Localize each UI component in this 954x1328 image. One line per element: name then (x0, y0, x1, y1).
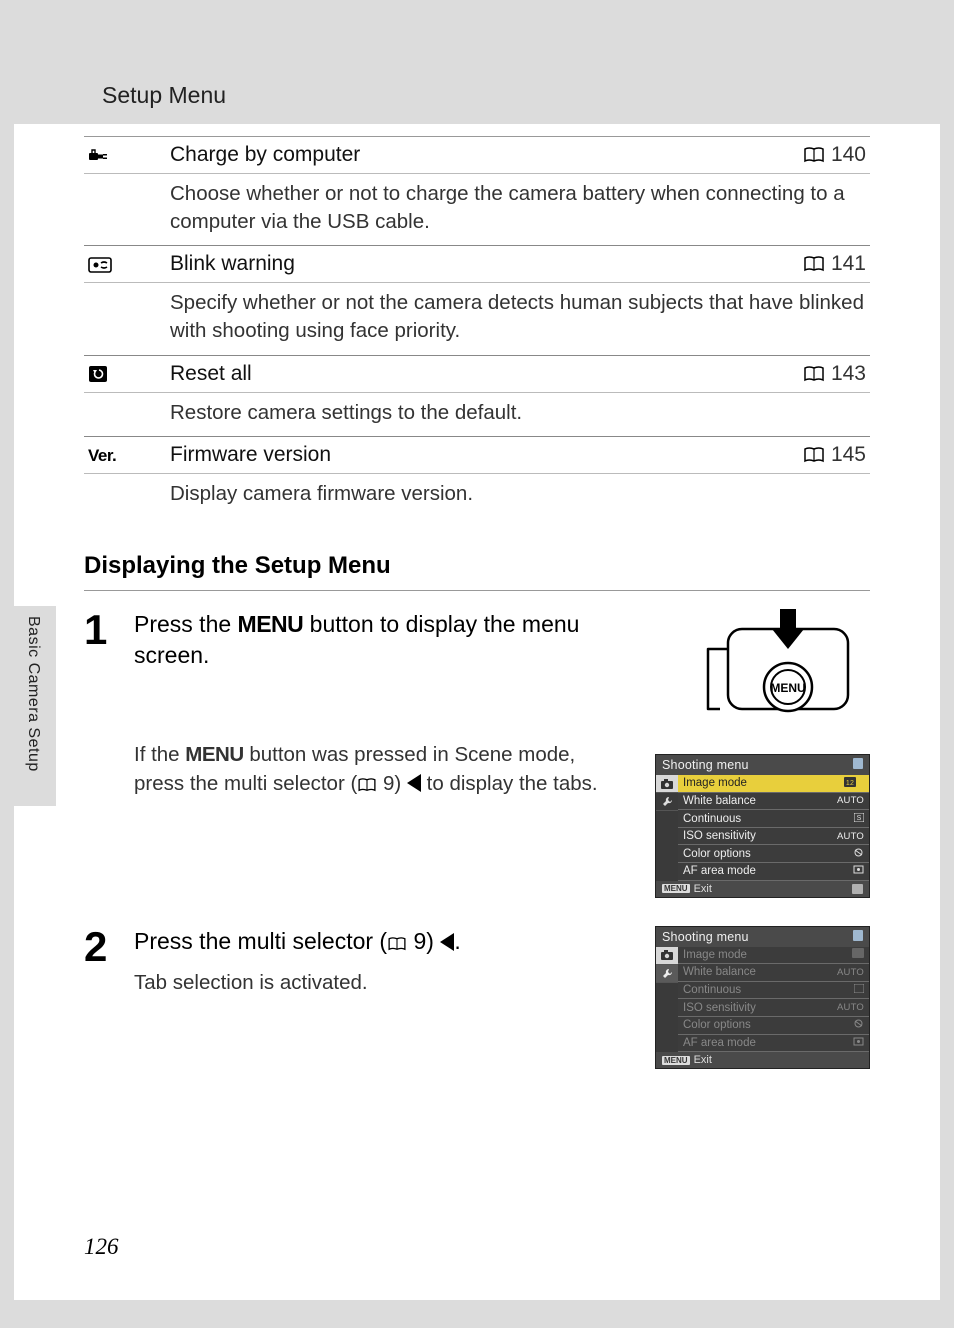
book-icon (803, 447, 825, 463)
lcd-tabs (656, 947, 678, 1053)
lcd-screenshot-1: Shooting menu (655, 754, 870, 898)
page-ref: 145 (803, 443, 870, 467)
book-icon (387, 937, 407, 951)
camera-tab-icon (656, 947, 678, 965)
menu-label: Firmware version (170, 443, 803, 467)
lcd-title-icon (853, 930, 863, 941)
menu-desc: Restore camera settings to the default. (84, 393, 870, 438)
menu-button-label: MENU (770, 681, 805, 695)
side-section-label: Basic Camera Setup (24, 616, 42, 772)
menu-desc: Display camera firmware version. (84, 474, 870, 518)
divider (84, 590, 870, 591)
step-text: Press the MENU button to display the men… (134, 609, 624, 798)
page-ref: 143 (803, 362, 870, 386)
step-number: 2 (84, 926, 128, 968)
menu-desc: Choose whether or not to charge the came… (84, 174, 870, 246)
lcd-item: White balanceAUTO (678, 964, 869, 982)
lcd-screenshot-2: Shooting menu (655, 926, 870, 1070)
left-arrow-icon (407, 774, 421, 792)
wrench-tab-icon (656, 965, 678, 983)
menu-row-charge: Charge by computer 140 (84, 137, 870, 174)
step-number: 1 (84, 609, 128, 651)
page-ref: 140 (803, 143, 870, 167)
lcd-title: Shooting menu (662, 758, 749, 772)
book-icon (803, 147, 825, 163)
lcd-tabs (656, 775, 678, 881)
lcd-item: AF area mode (678, 1035, 869, 1053)
setup-menu-table: Charge by computer 140 Choose whether or… (84, 136, 870, 518)
section-heading: Displaying the Setup Menu (84, 552, 870, 580)
svg-text:12: 12 (846, 780, 854, 787)
menu-row-reset: Reset all 143 (84, 356, 870, 393)
svg-text:S: S (857, 815, 862, 822)
menu-row-blink: Blink warning 141 (84, 246, 870, 283)
left-arrow-icon (440, 933, 454, 951)
step-2: 2 Press the multi selector ( 9) . Tab se… (84, 926, 870, 1070)
lcd-foot: MENU Exit (656, 881, 869, 897)
step-subtext: If the MENU button was pressed in Scene … (134, 741, 616, 798)
lcd-item: Image mode 12 ▸ (678, 775, 869, 793)
empty-tab (656, 811, 678, 881)
page-ref-number: 140 (831, 143, 866, 167)
page-ref-number: 141 (831, 252, 866, 276)
menu-label: Blink warning (170, 252, 803, 276)
menu-label: Charge by computer (170, 143, 803, 167)
menu-glyph: MENU (185, 743, 243, 766)
plug-icon (84, 145, 170, 166)
camera-tab-icon (656, 775, 678, 793)
book-icon (357, 778, 377, 792)
lcd-list: Image mode 12 ▸ White balanceAUTO Contin… (678, 775, 869, 881)
empty-tab (656, 983, 678, 1053)
lcd-item: White balanceAUTO (678, 793, 869, 811)
page-ref-number: 145 (831, 443, 866, 467)
lcd-foot: MENU Exit (656, 1052, 869, 1068)
lcd-item: Image mode (678, 947, 869, 965)
ver-icon: Ver. (84, 445, 170, 466)
reset-icon (84, 363, 170, 384)
menu-glyph: MENU (238, 611, 304, 637)
lcd-item: AF area mode (678, 863, 869, 881)
step-text: Press the multi selector ( 9) . Tab sele… (134, 926, 624, 997)
wrench-tab-icon (656, 793, 678, 811)
lcd-list: Image mode White balanceAUTO Continuous … (678, 947, 869, 1053)
menu-badge-icon: MENU (662, 884, 690, 893)
page-ref: 141 (803, 252, 870, 276)
step-subtext: Tab selection is activated. (134, 969, 616, 997)
book-icon (803, 256, 825, 272)
page-ref-number: 143 (831, 362, 866, 386)
book-icon (803, 366, 825, 382)
camera-diagram: MENU (700, 609, 870, 724)
lcd-title-icon (853, 758, 863, 769)
lcd-item: ContinuousS (678, 810, 869, 828)
blink-icon (84, 254, 170, 275)
menu-desc: Specify whether or not the camera detect… (84, 283, 870, 355)
lcd-item: Color options (678, 1017, 869, 1035)
menu-badge-icon: MENU (662, 1056, 690, 1065)
page-number: 126 (84, 1234, 119, 1260)
menu-label: Reset all (170, 362, 803, 386)
lcd-item: ISO sensitivityAUTO (678, 828, 869, 846)
lcd-title: Shooting menu (662, 930, 749, 944)
help-icon (852, 884, 863, 894)
step-1: 1 Press the MENU button to display the m… (84, 609, 870, 898)
lcd-item: Color options (678, 845, 869, 863)
menu-row-firmware: Ver. Firmware version 145 (84, 437, 870, 474)
lcd-item: Continuous (678, 982, 869, 1000)
lcd-item: ISO sensitivityAUTO (678, 999, 869, 1017)
page-title: Setup Menu (102, 82, 226, 109)
